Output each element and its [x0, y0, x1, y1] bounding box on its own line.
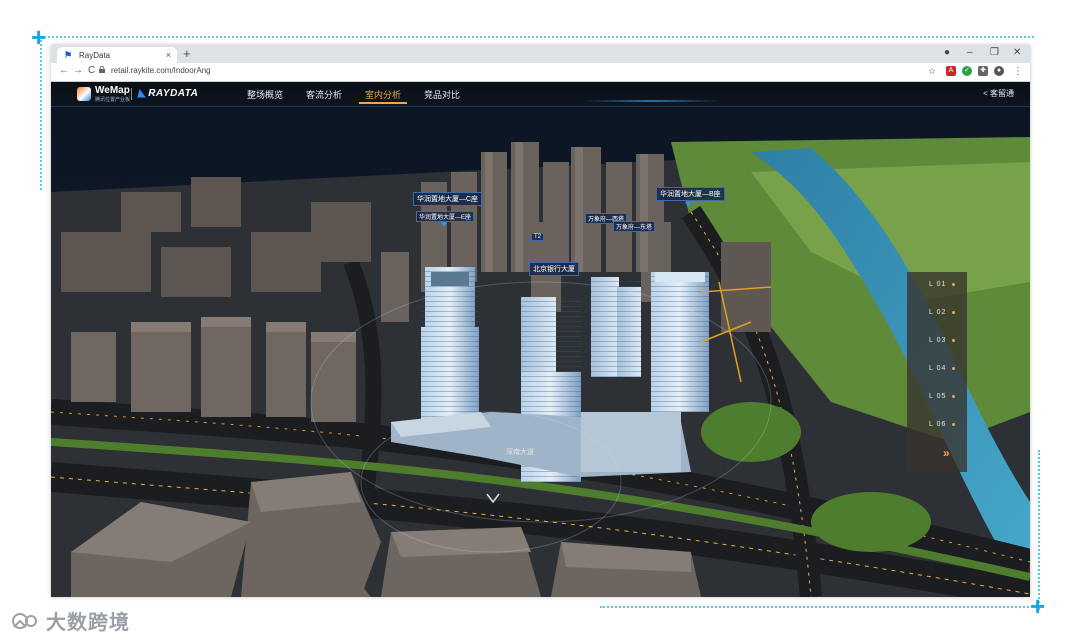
- floor-selector-panel: L 01 L 02 L 03 L 04 L 05 L 06 »: [907, 272, 967, 472]
- reload-button[interactable]: C: [88, 65, 95, 76]
- watermark: 大数跨境: [10, 606, 130, 635]
- bookmark-star-icon[interactable]: ☆: [928, 66, 936, 77]
- floor-item-l03[interactable]: L 03: [929, 337, 956, 344]
- frame-right-border: [1038, 450, 1040, 610]
- watermark-text: 大数跨境: [46, 612, 130, 634]
- floor-item-l04[interactable]: L 04: [929, 365, 956, 372]
- building-label-t2[interactable]: T2: [531, 233, 545, 241]
- frame-plus-icon: +: [1030, 591, 1046, 621]
- floor-item-l06[interactable]: L 06: [929, 421, 956, 428]
- watermark-logo-icon: [12, 612, 37, 629]
- floor-dot-icon: [952, 338, 956, 342]
- tab-title: RayData: [79, 50, 111, 60]
- wemap-logo-subtitle: 腾讯位置产业板: [95, 97, 131, 103]
- minimize-button[interactable]: –: [967, 47, 973, 58]
- url-field[interactable]: retail.raykite.com/IndoorAng: [111, 66, 211, 75]
- raydata-logo: ◣ RAYDATA: [138, 88, 198, 99]
- app-header: WeMap 腾讯位置产业板 ◣ RAYDATA 整场概览 客流分析 室内分析 竞品…: [51, 82, 1030, 107]
- floor-dot-icon: [952, 310, 956, 314]
- back-button[interactable]: ←: [59, 65, 69, 76]
- wemap-logo-icon: [77, 87, 91, 101]
- floor-item-l05[interactable]: L 05: [929, 393, 956, 400]
- lock-icon: [99, 66, 105, 73]
- floor-item-l01[interactable]: L 01: [929, 281, 956, 288]
- floor-more-chevron-icon[interactable]: »: [943, 446, 950, 460]
- tab-competitor-comparison[interactable]: 竞品对比: [424, 88, 460, 101]
- back-link[interactable]: < 客留通: [983, 88, 1014, 99]
- frame-top-border: [44, 36, 1034, 38]
- tab-overview[interactable]: 整场概览: [247, 88, 283, 101]
- extension-pdf-icon[interactable]: A: [946, 66, 956, 76]
- browser-tab[interactable]: ⚑ RayData ×: [57, 47, 177, 63]
- frame-plus-icon: +: [31, 22, 47, 52]
- building-label-b[interactable]: 华润置地大厦—B座: [656, 187, 725, 201]
- raydata-favicon-icon: ⚑: [63, 50, 73, 60]
- 3d-city-map[interactable]: 深南大道: [51, 82, 1030, 597]
- wemap-logo-text: WeMap: [95, 85, 130, 96]
- raydata-mark-icon: ◣: [138, 88, 147, 99]
- floor-dot-icon: [952, 422, 956, 426]
- tab-indoor-analysis[interactable]: 室内分析: [358, 88, 408, 104]
- building-label-bank[interactable]: 北京银行大厦: [529, 262, 579, 276]
- raydata-logo-text: RAYDATA: [148, 88, 199, 99]
- tab-bar: ⚑ RayData × + ● – ❐ ✕: [51, 45, 1030, 63]
- browser-menu-icon[interactable]: ⋮: [1013, 66, 1023, 77]
- frame-bottom-border: [600, 606, 1040, 608]
- forward-button[interactable]: →: [73, 65, 83, 76]
- floor-dot-icon: [952, 394, 956, 398]
- close-window-button[interactable]: ✕: [1013, 47, 1021, 58]
- new-tab-button[interactable]: +: [183, 46, 191, 61]
- road-label: 深南大道: [506, 447, 534, 456]
- building-label-east-tower[interactable]: 万象府—东塔: [613, 221, 656, 232]
- floor-dot-icon: [952, 366, 956, 370]
- tab-close-button[interactable]: ×: [166, 50, 171, 60]
- header-glow-line: [581, 100, 721, 102]
- location-pin-icon: [685, 202, 691, 207]
- building-label-e[interactable]: 华润置地大厦—E座: [416, 211, 475, 222]
- location-pin-icon: [441, 222, 447, 227]
- floor-item-l02[interactable]: L 02: [929, 309, 956, 316]
- app-viewport: 深南大道 WeMap 腾讯位置产业板 ◣ RAYDATA 整场概览 客流分析 室内…: [51, 82, 1030, 597]
- tab-traffic-analysis[interactable]: 客流分析: [306, 88, 342, 101]
- logo-divider: [131, 88, 132, 100]
- account-avatar-icon[interactable]: ●: [994, 66, 1004, 76]
- frame-left-border: [40, 40, 42, 190]
- browser-window: ⚑ RayData × + ● – ❐ ✕ ← → C retail.rayki…: [51, 45, 1030, 597]
- restore-button[interactable]: ❐: [990, 47, 999, 58]
- profile-icon[interactable]: ●: [944, 47, 950, 58]
- building-label-c[interactable]: 华润置地大厦—C座: [413, 192, 483, 206]
- extensions-puzzle-icon[interactable]: ✚: [978, 66, 988, 76]
- floor-dot-icon: [952, 282, 956, 286]
- extension-check-icon[interactable]: ✓: [962, 66, 972, 76]
- address-bar: ← → C retail.raykite.com/IndoorAng ☆ A ✓…: [51, 63, 1030, 82]
